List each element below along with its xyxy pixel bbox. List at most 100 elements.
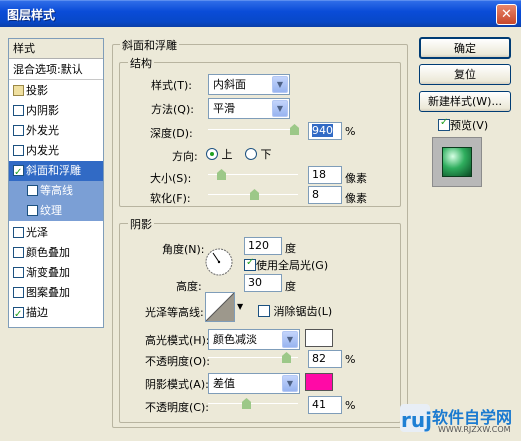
global-light-checkbox[interactable] (244, 257, 256, 271)
size-input[interactable]: 18 (308, 166, 342, 184)
watermark-url: WWW.RJZXW.COM (438, 425, 511, 434)
style-item-bevel-emboss[interactable]: 斜面和浮雕 (9, 161, 103, 183)
ok-button[interactable]: 确定 (419, 37, 511, 59)
angle-input[interactable]: 120 (244, 237, 282, 255)
soften-input[interactable]: 8 (308, 186, 342, 204)
title-bar: 图层样式 ✕ (0, 0, 521, 27)
style-item-outer-glow[interactable]: 外发光 (9, 121, 103, 141)
angle-label: 角度(N): (162, 243, 205, 256)
technique-dropdown[interactable]: 平滑 ▼ (208, 98, 290, 119)
shadow-mode-dropdown[interactable]: 差值 ▼ (208, 373, 300, 394)
style-item-gradient-overlay[interactable]: 渐变叠加 (9, 263, 103, 283)
highlight-opacity-input[interactable]: 82 (308, 350, 342, 368)
checkbox[interactable] (13, 287, 24, 298)
altitude-unit: 度 (285, 280, 296, 293)
style-item-label: 内发光 (26, 144, 59, 157)
size-value: 18 (312, 168, 326, 181)
close-icon: ✕ (501, 7, 512, 22)
style-label: 样式(T): (151, 79, 193, 92)
checkbox[interactable] (13, 163, 24, 183)
depth-input[interactable]: 940 (308, 122, 342, 140)
radio-up[interactable] (206, 148, 218, 160)
style-item-label: 光泽 (26, 226, 48, 239)
checkbox[interactable] (13, 305, 24, 325)
highlight-color-swatch[interactable] (305, 329, 333, 347)
altitude-value: 30 (248, 276, 262, 289)
altitude-input[interactable]: 30 (244, 274, 282, 292)
style-item-label: 纹理 (40, 204, 62, 217)
style-item-stroke[interactable]: 描边 (9, 303, 103, 325)
style-item-label: 斜面和浮雕 (26, 164, 81, 177)
highlight-mode-dropdown[interactable]: 颜色减淡 ▼ (208, 329, 300, 350)
highlight-opacity-value: 82 (312, 352, 326, 365)
style-item-label: 描边 (26, 306, 48, 319)
shadow-color-swatch[interactable] (305, 373, 333, 391)
style-item-label: 图案叠加 (26, 286, 70, 299)
chevron-down-icon: ▼ (282, 375, 298, 392)
shadow-opacity-label: 不透明度(C): (145, 401, 209, 414)
shadow-mode-label: 阴影模式(A): (145, 378, 209, 391)
direction-label: 方向: (172, 150, 198, 163)
style-preview-thumbnail (432, 137, 482, 187)
preview-swatch (442, 147, 472, 177)
anti-alias-checkbox[interactable] (258, 305, 270, 317)
shadow-opacity-unit: % (345, 399, 356, 412)
style-item-texture[interactable]: 纹理 (9, 201, 103, 221)
highlight-mode-label: 高光模式(H): (145, 334, 210, 347)
window-title: 图层样式 (7, 8, 56, 22)
checkbox[interactable] (13, 145, 24, 156)
direction-down-label: 下 (260, 148, 272, 161)
checkbox[interactable] (13, 105, 24, 116)
close-button[interactable]: ✕ (496, 4, 517, 25)
direction-up-label: 上 (221, 148, 233, 161)
style-item-label: 内阴影 (26, 104, 59, 117)
checkbox[interactable] (13, 85, 24, 96)
checkbox[interactable] (27, 205, 38, 216)
logo-letters: ruj (401, 408, 432, 432)
contour-chevron-down-icon[interactable]: ▼ (237, 302, 247, 316)
checkbox[interactable] (13, 125, 24, 136)
depth-value: 940 (312, 124, 333, 137)
style-item-inner-shadow[interactable]: 内阴影 (9, 101, 103, 121)
style-item-contour[interactable]: 等高线 (9, 181, 103, 201)
styles-list-header[interactable]: 样式 (9, 39, 103, 59)
style-item-inner-glow[interactable]: 内发光 (9, 141, 103, 161)
preview-option[interactable]: 预览(V) (438, 117, 488, 133)
new-style-button[interactable]: 新建样式(W)... (419, 91, 511, 112)
global-light-option[interactable]: 使用全局光(G) (244, 257, 328, 273)
style-item-label: 等高线 (40, 184, 73, 197)
style-item-drop-shadow[interactable]: 投影 (9, 81, 103, 101)
soften-value: 8 (312, 188, 319, 201)
style-item-color-overlay[interactable]: 颜色叠加 (9, 243, 103, 263)
direction-up-option[interactable]: 上 (206, 146, 233, 162)
style-item-satin[interactable]: 光泽 (9, 223, 103, 243)
direction-down-option[interactable]: 下 (245, 146, 272, 162)
checkbox[interactable] (27, 185, 38, 196)
shadow-opacity-input[interactable]: 41 (308, 396, 342, 414)
highlight-opacity-unit: % (345, 353, 356, 366)
checkbox[interactable] (13, 267, 24, 278)
blend-options-item[interactable]: 混合选项:默认 (9, 60, 103, 80)
styles-list: 样式 混合选项:默认 投影 内阴影 外发光 内发光 斜面和浮雕 等高线 纹理 光… (8, 38, 104, 328)
style-dropdown[interactable]: 内斜面 ▼ (208, 74, 290, 95)
chevron-down-icon: ▼ (282, 331, 298, 348)
shading-title: 阴影 (128, 216, 154, 232)
style-item-pattern-overlay[interactable]: 图案叠加 (9, 283, 103, 303)
shadow-opacity-slider-track[interactable] (208, 403, 298, 404)
gloss-contour-label: 光泽等高线: (145, 306, 204, 319)
preview-checkbox[interactable] (438, 117, 450, 131)
technique-label: 方法(Q): (151, 103, 194, 116)
size-unit: 像素 (345, 172, 367, 185)
preview-label: 预览(V) (450, 119, 489, 132)
checkbox[interactable] (13, 227, 24, 238)
structure-title: 结构 (128, 55, 154, 71)
gloss-contour-picker[interactable] (205, 292, 235, 322)
depth-slider-track[interactable] (208, 129, 298, 130)
style-item-label: 渐变叠加 (26, 266, 70, 279)
chevron-down-icon: ▼ (272, 100, 288, 117)
checkbox[interactable] (13, 247, 24, 258)
angle-dial-icon[interactable] (204, 247, 234, 277)
anti-alias-option[interactable]: 消除锯齿(L) (258, 303, 332, 319)
radio-down[interactable] (245, 148, 257, 160)
reset-button[interactable]: 复位 (419, 64, 511, 85)
